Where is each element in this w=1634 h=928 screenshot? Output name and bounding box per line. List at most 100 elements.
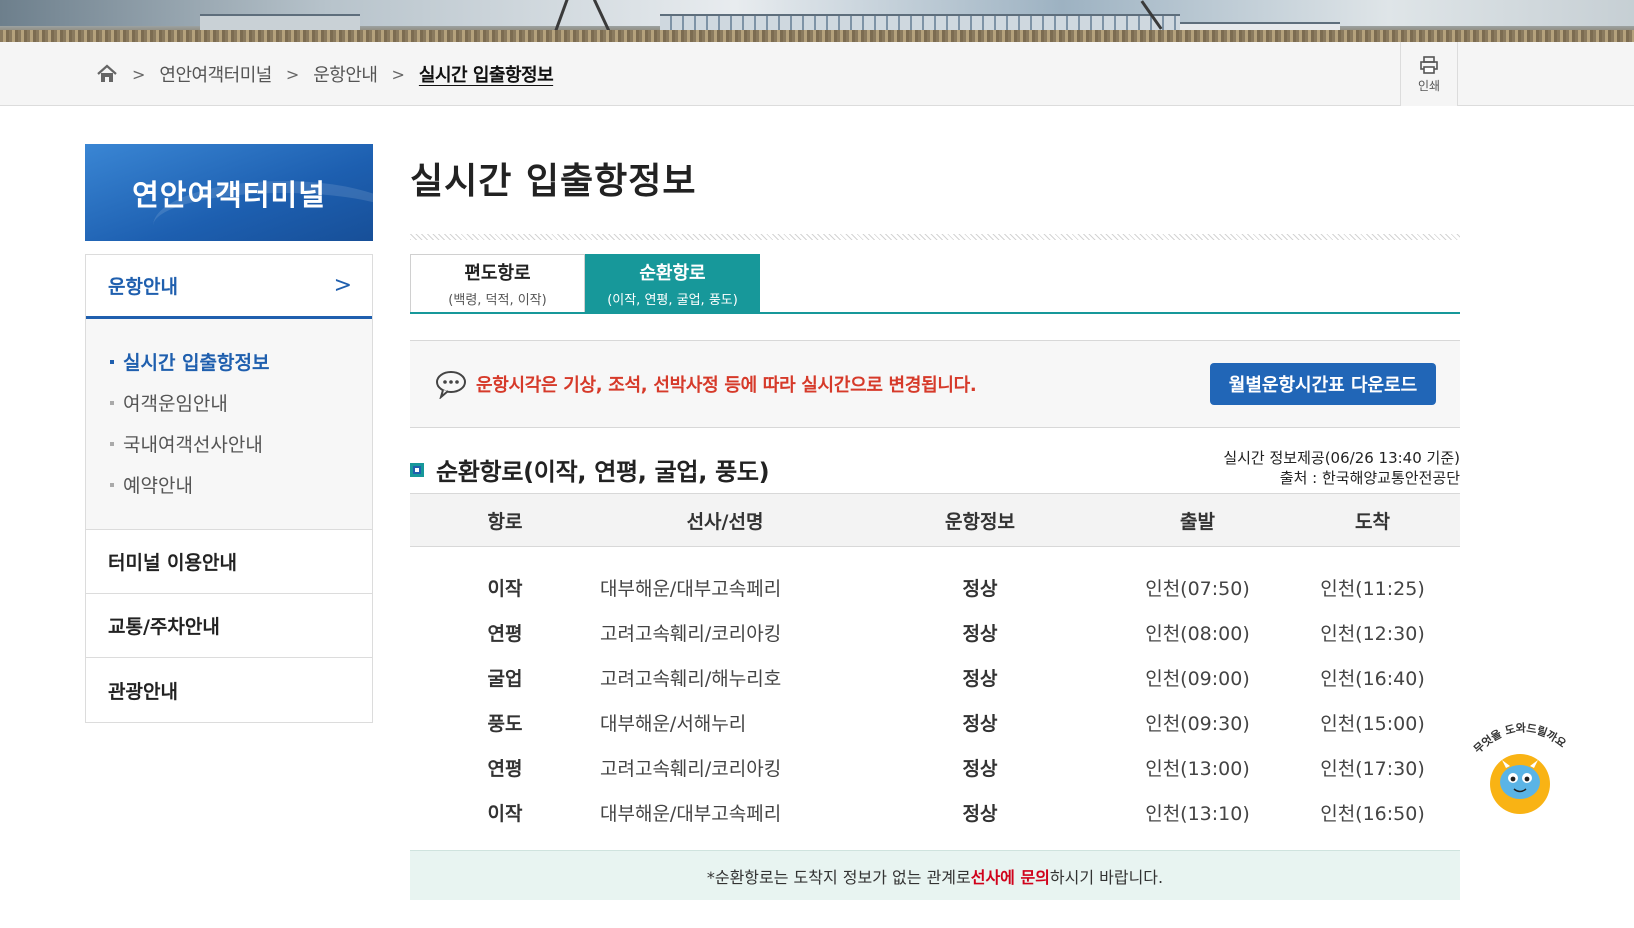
sidebar-item-tourism[interactable]: 관광안내 [86, 658, 372, 722]
section-header: 순환항로(이작, 연평, 굴업, 풍도) [410, 452, 770, 487]
cell-arrival: 인천(17:30) [1320, 758, 1425, 780]
print-icon [1420, 55, 1438, 74]
cell-status: 정상 [962, 713, 998, 735]
cell-departure: 인천(13:10) [1145, 803, 1250, 825]
cell-route: 연평 [487, 758, 523, 780]
cell-arrival: 인천(16:50) [1320, 803, 1425, 825]
submenu-item-reservation[interactable]: 예약안내 [86, 464, 372, 505]
top-banner-image [0, 0, 1634, 42]
cell-arrival: 인천(11:25) [1320, 578, 1425, 600]
sidebar-item-terminal-guide[interactable]: 터미널 이용안내 [86, 530, 372, 594]
col-company: 선사/선명 [686, 510, 764, 533]
cell-status: 정상 [962, 578, 998, 600]
submenu-label: 여객운임안내 [123, 393, 228, 415]
cell-route: 이작 [487, 578, 523, 600]
cell-company: 대부해운/대부고속페리 [600, 803, 782, 825]
cell-departure: 인천(13:00) [1145, 758, 1250, 780]
table-row: 풍도 대부해운/서해누리 정상 인천(09:30) 인천(15:00) [410, 700, 1460, 745]
tab-label: 편도항로 [464, 263, 531, 284]
sidebar-item-label: 터미널 이용안내 [108, 552, 237, 574]
cell-departure: 인천(09:30) [1145, 713, 1250, 735]
sidebar-item-label: 관광안내 [108, 680, 178, 703]
submenu-label: 예약안내 [123, 475, 193, 497]
table-header: 항로 선사/선명 운항정보 출발 도착 [410, 493, 1460, 547]
sidebar-title: 연안여객터미널 [85, 144, 373, 241]
chevron-right-icon: > [391, 64, 405, 84]
footnote: *순환항로는 도착지 정보가 없는 관계로 선사에 문의 하시기 바랍니다. [410, 850, 1460, 900]
sidebar-nav: 운항안내 > 실시간 입출항정보 여객운임안내 국내여객선사안내 예약안내 터미… [85, 254, 373, 723]
cell-status: 정상 [962, 758, 998, 780]
chat-bubble-icon [436, 371, 466, 399]
cell-route: 이작 [487, 803, 523, 825]
home-icon[interactable] [96, 63, 118, 85]
breadcrumb-current[interactable]: 실시간 입출항정보 [419, 61, 554, 87]
breadcrumb: > 연안여객터미널 > 운항안내 > 실시간 입출항정보 [96, 42, 567, 106]
cell-arrival: 인천(16:40) [1320, 668, 1425, 690]
print-label: 인쇄 [1417, 78, 1441, 93]
chevron-right-icon: > [285, 64, 300, 84]
cell-status: 정상 [962, 623, 998, 645]
table-body: 이작 대부해운/대부고속페리 정상 인천(07:50) 인천(11:25) 연평… [410, 547, 1460, 835]
cell-arrival: 인천(12:30) [1320, 623, 1425, 645]
cell-departure: 인천(09:00) [1145, 668, 1250, 690]
route-tabs: 편도항로 (백령, 덕적, 이작) 순환항로 (이작, 연평, 굴업, 풍도) [410, 254, 1460, 314]
col-arrival: 도착 [1355, 510, 1390, 533]
submenu-label: 국내여객선사안내 [123, 434, 263, 456]
table-row: 연평 고려고속훼리/코리아킹 정상 인천(13:00) 인천(17:30) [410, 745, 1460, 790]
table-row: 굴업 고려고속훼리/해누리호 정상 인천(09:00) 인천(16:40) [410, 655, 1460, 700]
submenu-item-fare[interactable]: 여객운임안내 [86, 382, 372, 423]
table-row: 이작 대부해운/대부고속페리 정상 인천(13:10) 인천(16:50) [410, 790, 1460, 835]
tab-sublabel: (백령, 덕적, 이작) [448, 293, 547, 308]
footnote-text: *순환항로는 도착지 정보가 없는 관계로 [706, 867, 971, 887]
data-source: 출처 : 한국해양교통안전공단 [1279, 469, 1460, 487]
tab-one-way[interactable]: 편도항로 (백령, 덕적, 이작) [410, 254, 585, 312]
cell-company: 대부해운/대부고속페리 [600, 578, 782, 600]
breadcrumb-bar: > 연안여객터미널 > 운항안내 > 실시간 입출항정보 인쇄 [0, 42, 1634, 106]
cell-company: 고려고속훼리/해누리호 [600, 668, 782, 690]
footnote-text-end: 하시기 바랍니다. [1049, 867, 1164, 887]
cell-departure: 인천(07:50) [1145, 578, 1250, 600]
realtime-info: 실시간 정보제공(06/26 13:40 기준) 출처 : 한국해양교통안전공단 [1223, 448, 1460, 488]
page-title: 실시간 입출항정보 [410, 161, 697, 202]
table-row: 연평 고려고속훼리/코리아킹 정상 인천(08:00) 인천(12:30) [410, 610, 1460, 655]
cell-route: 풍도 [487, 713, 523, 735]
sidebar-item-label: 운항안내 [108, 276, 178, 298]
col-departure: 출발 [1180, 510, 1215, 533]
footnote-emphasis: 선사에 문의 [970, 867, 1050, 887]
mascot-speech: 무엇을 도와드릴까요? [1468, 716, 1568, 756]
cell-company: 고려고속훼리/코리아킹 [600, 623, 782, 645]
sidebar-item-transport-parking[interactable]: 교통/주차안내 [86, 594, 372, 658]
cell-company: 고려고속훼리/코리아킹 [600, 758, 782, 780]
sidebar-submenu: 실시간 입출항정보 여객운임안내 국내여객선사안내 예약안내 [86, 319, 372, 530]
notice-box: 운항시각은 기상, 조석, 선박사정 등에 따라 실시간으로 변경됩니다. 월별… [410, 340, 1460, 428]
cell-status: 정상 [962, 803, 998, 825]
sidebar-item-operation[interactable]: 운항안내 > [86, 255, 372, 319]
print-button[interactable]: 인쇄 [1400, 42, 1458, 106]
submenu-label: 실시간 입출항정보 [123, 352, 270, 374]
section-title: 순환항로(이작, 연평, 굴업, 풍도) [436, 458, 770, 486]
breadcrumb-item-operation[interactable]: 운항안내 [313, 61, 378, 87]
breadcrumb-item-terminal[interactable]: 연안여객터미널 [159, 61, 272, 87]
sidebar-item-label: 교통/주차안내 [108, 616, 220, 638]
submenu-item-realtime[interactable]: 실시간 입출항정보 [86, 341, 372, 382]
cell-route: 연평 [487, 623, 523, 645]
chevron-right-icon: > [132, 64, 146, 84]
col-route: 항로 [487, 510, 523, 533]
cell-status: 정상 [962, 668, 998, 690]
square-bullet-icon [410, 462, 424, 477]
table-row: 이작 대부해운/대부고속페리 정상 인천(07:50) 인천(11:25) [410, 565, 1460, 610]
cell-company: 대부해운/서해누리 [600, 713, 747, 735]
col-status: 운항정보 [945, 510, 1015, 533]
cell-departure: 인천(08:00) [1145, 623, 1250, 645]
submenu-item-shipping-company[interactable]: 국내여객선사안내 [86, 423, 372, 464]
tab-sublabel: (이작, 연평, 굴업, 풍도) [607, 293, 738, 308]
chatbot-mascot-icon[interactable]: 무엇을 도와드릴까요? [1468, 716, 1568, 816]
tab-circular[interactable]: 순환항로 (이작, 연평, 굴업, 풍도) [585, 254, 760, 312]
chevron-right-icon: > [333, 273, 352, 298]
svg-text:무엇을 도와드릴까요?: 무엇을 도와드릴까요? [1468, 716, 1568, 756]
cell-route: 굴업 [487, 668, 523, 690]
realtime-timestamp: 실시간 정보제공(06/26 13:40 기준) [1223, 449, 1460, 467]
divider [410, 234, 1460, 240]
tab-label: 순환항로 [639, 263, 706, 284]
download-schedule-button[interactable]: 월별운항시간표 다운로드 [1210, 363, 1436, 405]
